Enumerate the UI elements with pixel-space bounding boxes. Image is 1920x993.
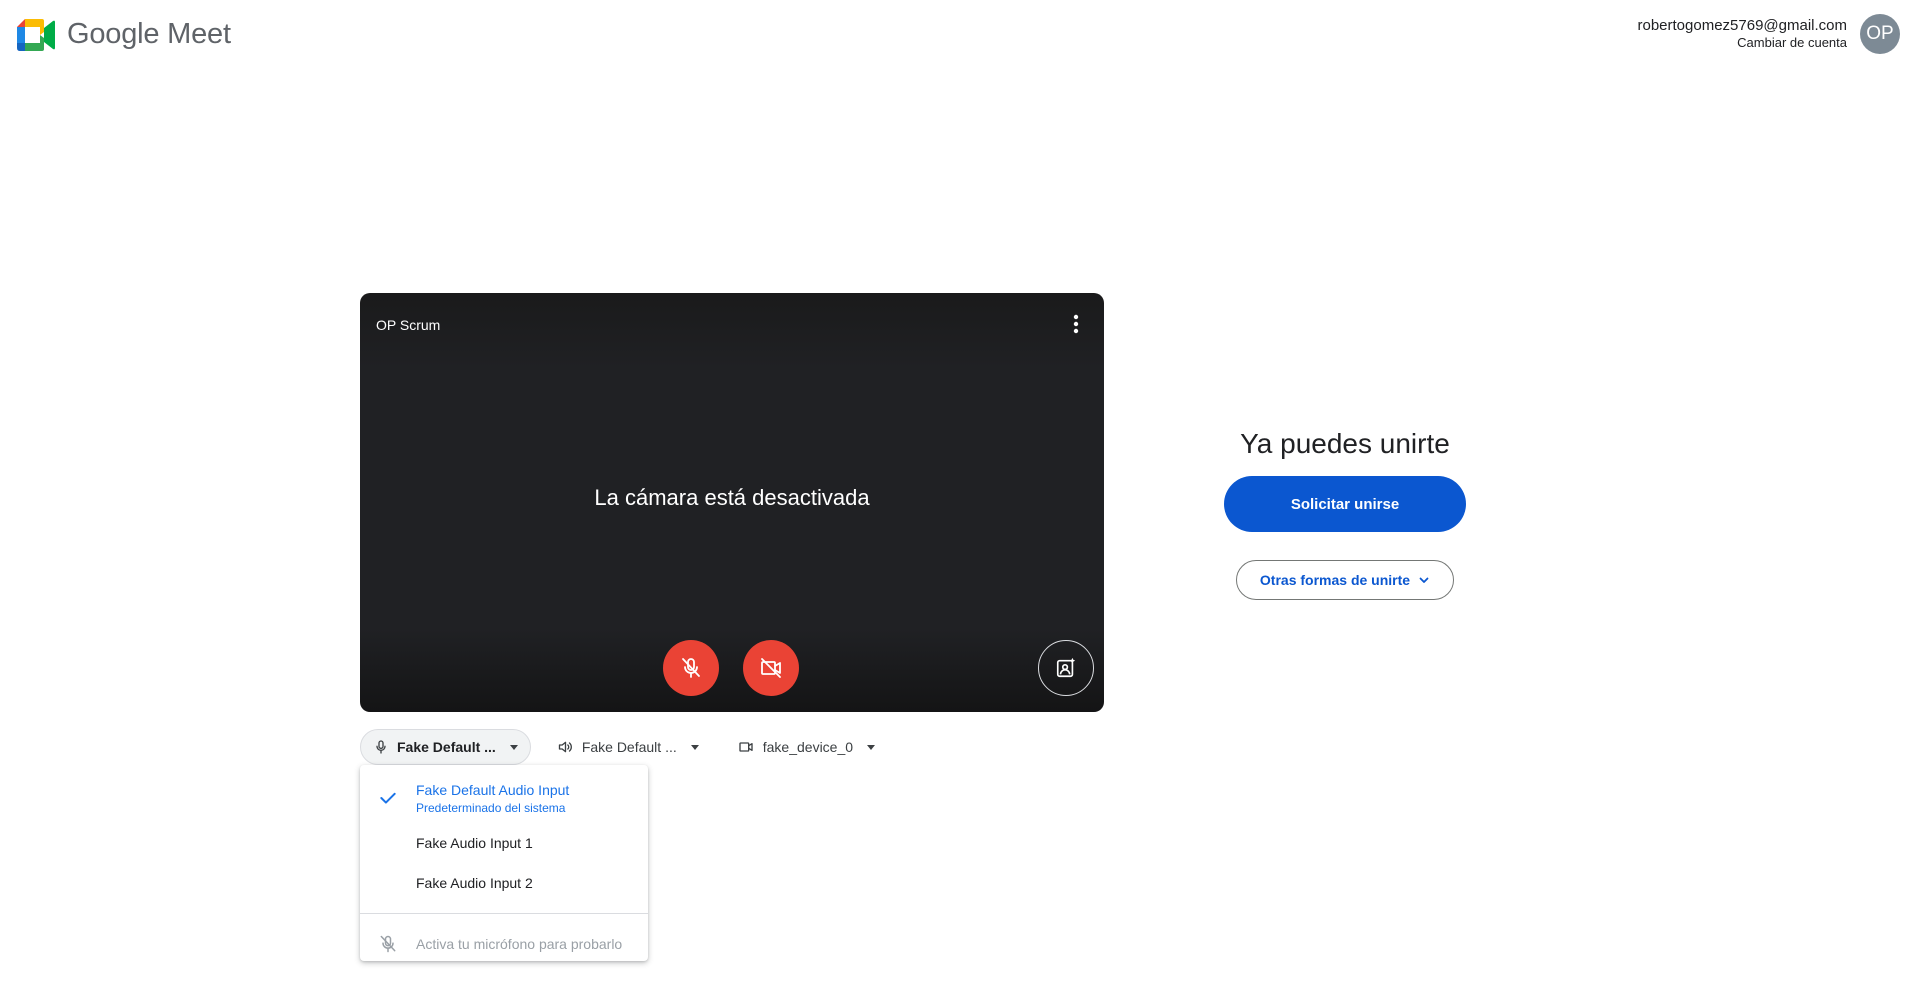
mic-test-hint: Activa tu micrófono para probarlo: [360, 924, 648, 964]
menu-divider: [360, 913, 648, 914]
microphone-selector[interactable]: Fake Default ...: [360, 729, 531, 765]
menu-item-label: Fake Audio Input 2: [416, 875, 533, 891]
chevron-down-icon: [867, 744, 876, 750]
menu-item-sublabel: Predeterminado del sistema: [416, 800, 566, 815]
google-meet-logo[interactable]: Google Meet: [17, 18, 231, 51]
menu-item-fake-audio-input-1[interactable]: Fake Audio Input 1: [360, 823, 648, 863]
account-area: robertogomez5769@gmail.com Cambiar de cu…: [1638, 14, 1900, 54]
camera-selector[interactable]: fake_device_0: [725, 729, 887, 765]
mic-off-icon: [380, 935, 396, 953]
account-info: robertogomez5769@gmail.com Cambiar de cu…: [1638, 17, 1848, 51]
other-ways-label: Otras formas de unirte: [1259, 572, 1411, 588]
speaker-selector[interactable]: Fake Default ...: [545, 729, 711, 765]
meeting-name: OP Scrum: [376, 317, 441, 333]
menu-item-fake-audio-input-2[interactable]: Fake Audio Input 2: [360, 863, 648, 903]
visual-effects-button[interactable]: [1038, 640, 1094, 696]
toggle-camera-button[interactable]: [743, 640, 799, 696]
switch-account-link[interactable]: Cambiar de cuenta: [1638, 34, 1847, 51]
mic-icon: [376, 740, 386, 754]
videocam-icon: [739, 742, 753, 752]
speaker-label: Fake Default ...: [581, 739, 677, 755]
check-icon: [380, 792, 396, 804]
other-ways-to-join-button[interactable]: Otras formas de unirte: [1236, 560, 1454, 600]
account-email: robertogomez5769@gmail.com: [1637, 17, 1848, 34]
app-name: Google Meet: [67, 18, 231, 50]
menu-item-label: Fake Audio Input 1: [416, 835, 533, 851]
more-options-button[interactable]: [1062, 309, 1090, 339]
more-vert-icon: [1073, 314, 1079, 334]
microphone-menu: Fake Default Audio Input Predeterminado …: [360, 765, 648, 961]
microphone-label: Fake Default ...: [397, 739, 496, 755]
meet-logo-icon: [17, 18, 55, 51]
videocam-off-icon: [761, 658, 781, 678]
chevron-down-icon: [509, 744, 518, 750]
speaker-icon: [558, 741, 572, 753]
toggle-microphone-button[interactable]: [663, 640, 719, 696]
join-panel: Ya puedes unirte Solicitar unirse Otras …: [1224, 428, 1466, 600]
device-selector-bar: Fake Default ... Fake Default ... fake_d…: [360, 729, 901, 765]
video-preview: OP Scrum La cámara está desactivada: [360, 293, 1104, 712]
visual-effects-icon: [1056, 657, 1076, 678]
ready-title: Ya puedes unirte: [1240, 428, 1450, 459]
avatar[interactable]: OP: [1860, 14, 1900, 54]
camera-off-message: La cámara está desactivada: [594, 485, 870, 510]
chevron-down-icon: [690, 744, 699, 750]
camera-label: fake_device_0: [762, 739, 854, 755]
mic-test-hint-text: Activa tu micrófono para probarlo: [416, 936, 623, 952]
menu-item-fake-default-audio-input[interactable]: Fake Default Audio Input Predeterminado …: [360, 773, 648, 823]
chevron-down-icon: [1419, 577, 1429, 583]
mic-off-icon: [682, 658, 700, 678]
ask-to-join-button[interactable]: Solicitar unirse: [1224, 476, 1466, 532]
menu-item-label: Fake Default Audio Input: [416, 781, 570, 798]
